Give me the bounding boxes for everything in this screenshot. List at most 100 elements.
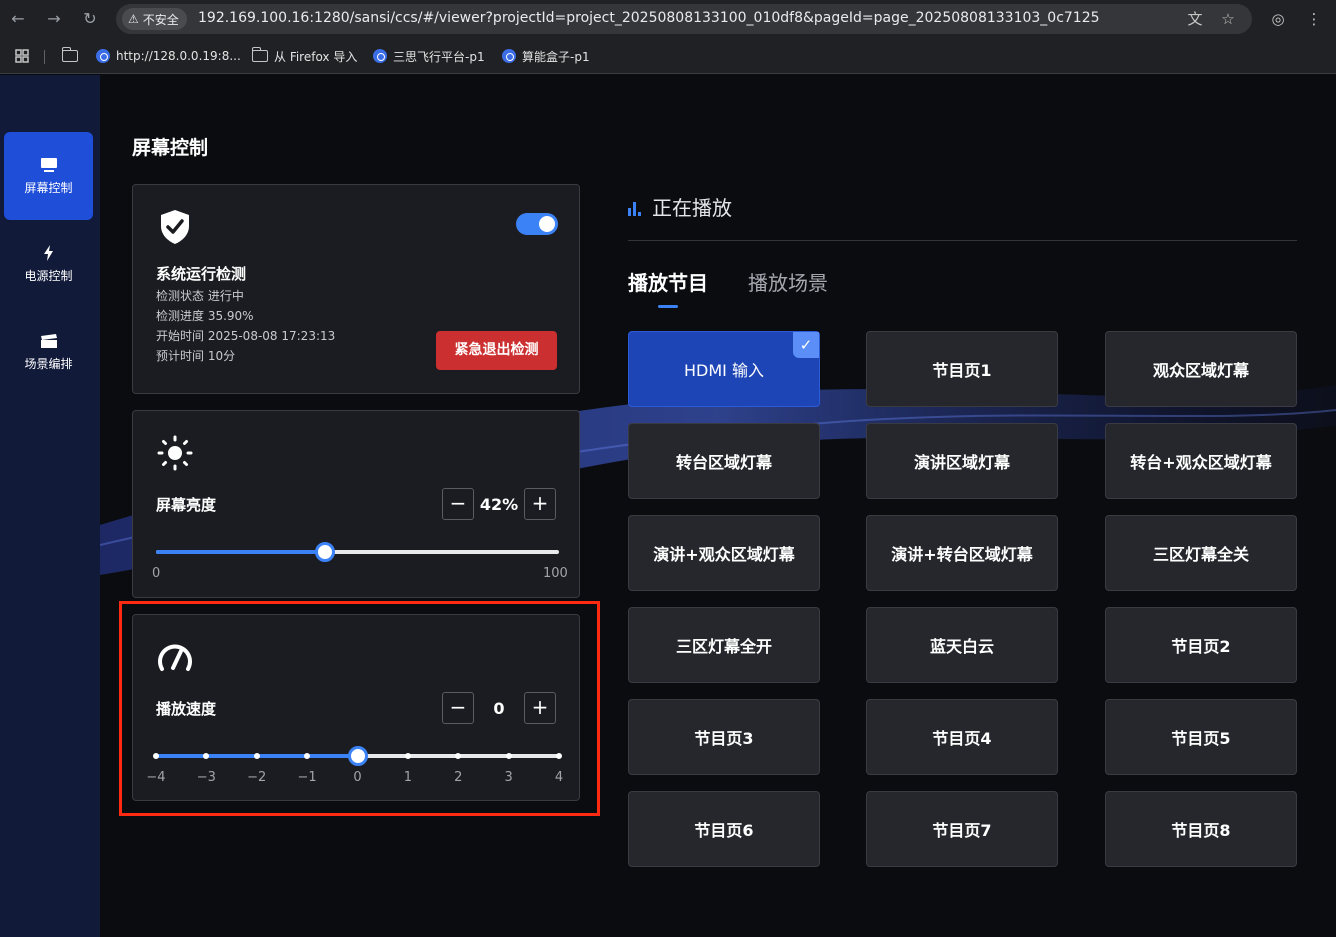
brightness-max-label: 100 xyxy=(543,566,568,581)
brightness-label: 屏幕亮度 xyxy=(156,496,217,514)
profile-icon[interactable]: ◎ xyxy=(1268,9,1288,29)
program-button-label: 三区灯幕全开 xyxy=(675,637,772,656)
program-button-label: 节目页2 xyxy=(1171,637,1231,656)
app-viewport: 屏幕控制 电源控制 场景编排 屏幕控制 系统运行检测 检测状态 进行中 检测进度… xyxy=(0,75,1336,937)
monitor-icon xyxy=(40,157,57,172)
bookmark-2[interactable]: 从 Firefox 导入 xyxy=(251,47,357,65)
program-button[interactable]: 节目页4 xyxy=(866,699,1058,775)
menu-icon[interactable]: ⋮ xyxy=(1304,9,1324,29)
detection-start-time: 开始时间 2025-08-08 17:23:13 xyxy=(156,329,336,343)
folder-icon xyxy=(251,47,268,62)
detection-progress: 检测进度 35.90% xyxy=(156,309,254,323)
program-button[interactable]: 节目页5 xyxy=(1105,699,1297,775)
program-button[interactable]: 转台+观众区域灯幕 xyxy=(1105,423,1297,499)
globe-icon xyxy=(373,49,387,63)
page-title: 屏幕控制 xyxy=(132,137,209,159)
brightness-card: 屏幕亮度 − 42% + 0 100 xyxy=(132,410,580,598)
browser-toolbar: ← → ↻ ⚠ 不安全 192.169.100.16:1280/sansi/cc… xyxy=(0,0,1336,38)
globe-icon xyxy=(502,49,516,63)
program-button[interactable]: 演讲+观众区域灯幕 xyxy=(628,515,820,591)
highlight-annotation xyxy=(119,601,600,816)
active-tab-indicator xyxy=(658,305,678,308)
bookmark-4[interactable]: 算能盒子-p1 xyxy=(502,47,590,65)
program-button[interactable]: HDMI 输入 ✓ xyxy=(628,331,820,407)
sidebar-item-scene-arrange[interactable]: 场景编排 xyxy=(4,308,93,396)
program-button[interactable]: 三区灯幕全开 xyxy=(628,607,820,683)
detection-eta: 预计时间 10分 xyxy=(156,349,236,363)
sidebar-item-label: 屏幕控制 xyxy=(24,180,73,195)
sidebar-item-screen-control[interactable]: 屏幕控制 xyxy=(4,132,93,220)
program-button[interactable]: 三区灯幕全关 xyxy=(1105,515,1297,591)
brightness-slider-fill xyxy=(156,550,326,554)
program-button-label: 演讲区域灯幕 xyxy=(913,453,1010,472)
apps-icon[interactable] xyxy=(14,47,30,65)
bar-chart-icon xyxy=(628,201,641,216)
program-button[interactable]: 节目页7 xyxy=(866,791,1058,867)
warning-icon: ⚠ xyxy=(128,12,139,26)
program-button-label: 节目页7 xyxy=(932,821,992,840)
sidebar-item-label: 场景编排 xyxy=(24,356,73,371)
reload-icon[interactable]: ↻ xyxy=(80,9,100,29)
brightness-value: 42% xyxy=(479,495,519,514)
program-button[interactable]: 节目页3 xyxy=(628,699,820,775)
program-button[interactable]: 演讲+转台区域灯幕 xyxy=(866,515,1058,591)
translate-icon[interactable]: 文 xyxy=(1186,10,1204,28)
bookmarks-bar: http://128.0.0.19:8... 从 Firefox 导入 三思飞行… xyxy=(0,38,1336,74)
folder-icon[interactable] xyxy=(61,47,78,65)
globe-icon xyxy=(96,49,110,63)
program-button-label: 演讲+观众区域灯幕 xyxy=(653,545,795,564)
divider xyxy=(628,240,1297,241)
brightness-slider-thumb[interactable] xyxy=(315,542,336,562)
program-button[interactable]: 观众区域灯幕 xyxy=(1105,331,1297,407)
program-button-label: 节目页4 xyxy=(932,729,992,748)
security-label: 不安全 xyxy=(142,12,179,27)
program-button-label: 节目页1 xyxy=(932,361,992,380)
detection-card: 系统运行检测 检测状态 进行中 检测进度 35.90% 开始时间 2025-08… xyxy=(132,184,580,394)
lightning-icon xyxy=(43,244,53,261)
sidebar: 屏幕控制 电源控制 场景编排 xyxy=(0,75,100,937)
emergency-exit-button[interactable]: 紧急退出检测 xyxy=(436,331,557,370)
program-button-label: 节目页3 xyxy=(694,729,754,748)
brightness-increase-button[interactable]: + xyxy=(524,488,556,520)
program-button[interactable]: 演讲区域灯幕 xyxy=(866,423,1058,499)
program-button[interactable]: 节目页1 xyxy=(866,331,1058,407)
address-bar[interactable]: ⚠ 不安全 192.169.100.16:1280/sansi/ccs/#/vi… xyxy=(116,4,1252,34)
sun-icon xyxy=(157,435,193,471)
url-text[interactable]: 192.169.100.16:1280/sansi/ccs/#/viewer?p… xyxy=(198,10,1100,26)
now-playing-title: 正在播放 xyxy=(652,196,732,220)
program-button[interactable]: 蓝天白云 xyxy=(866,607,1058,683)
tab-scenes[interactable]: 播放场景 xyxy=(748,267,828,296)
tab-programs[interactable]: 播放节目 xyxy=(628,267,708,296)
now-playing-header: 正在播放 xyxy=(628,192,732,221)
program-button[interactable]: 节目页2 xyxy=(1105,607,1297,683)
sidebar-item-power-control[interactable]: 电源控制 xyxy=(4,220,93,308)
program-button-label: 转台+观众区域灯幕 xyxy=(1130,453,1272,472)
toggle-knob xyxy=(539,216,555,232)
forward-icon[interactable]: → xyxy=(44,9,64,29)
program-button-label: 观众区域灯幕 xyxy=(1152,361,1249,380)
brightness-min-label: 0 xyxy=(152,566,161,581)
check-icon: ✓ xyxy=(793,332,819,358)
detection-title: 系统运行检测 xyxy=(156,265,247,283)
brightness-slider[interactable] xyxy=(156,542,559,562)
bookmark-3[interactable]: 三思飞行平台-p1 xyxy=(373,47,485,65)
program-button-label: HDMI 输入 xyxy=(684,361,764,380)
shield-check-icon xyxy=(161,210,189,244)
program-button-label: 节目页6 xyxy=(694,821,754,840)
program-button[interactable]: 节目页6 xyxy=(628,791,820,867)
sidebar-item-label: 电源控制 xyxy=(24,268,73,283)
brightness-decrease-button[interactable]: − xyxy=(442,488,474,520)
star-icon[interactable]: ☆ xyxy=(1219,10,1237,28)
program-button-label: 蓝天白云 xyxy=(929,637,994,656)
program-button-label: 节目页8 xyxy=(1171,821,1231,840)
detection-toggle[interactable] xyxy=(516,213,558,235)
program-button[interactable]: 转台区域灯幕 xyxy=(628,423,820,499)
clapperboard-icon xyxy=(40,333,57,348)
detection-status: 检测状态 进行中 xyxy=(156,289,244,303)
bookmark-1[interactable]: http://128.0.0.19:8... xyxy=(96,47,241,65)
back-icon[interactable]: ← xyxy=(8,9,28,29)
program-button-label: 演讲+转台区域灯幕 xyxy=(891,545,1033,564)
security-chip[interactable]: ⚠ 不安全 xyxy=(122,8,187,30)
program-button-label: 节目页5 xyxy=(1171,729,1231,748)
program-button[interactable]: 节目页8 xyxy=(1105,791,1297,867)
